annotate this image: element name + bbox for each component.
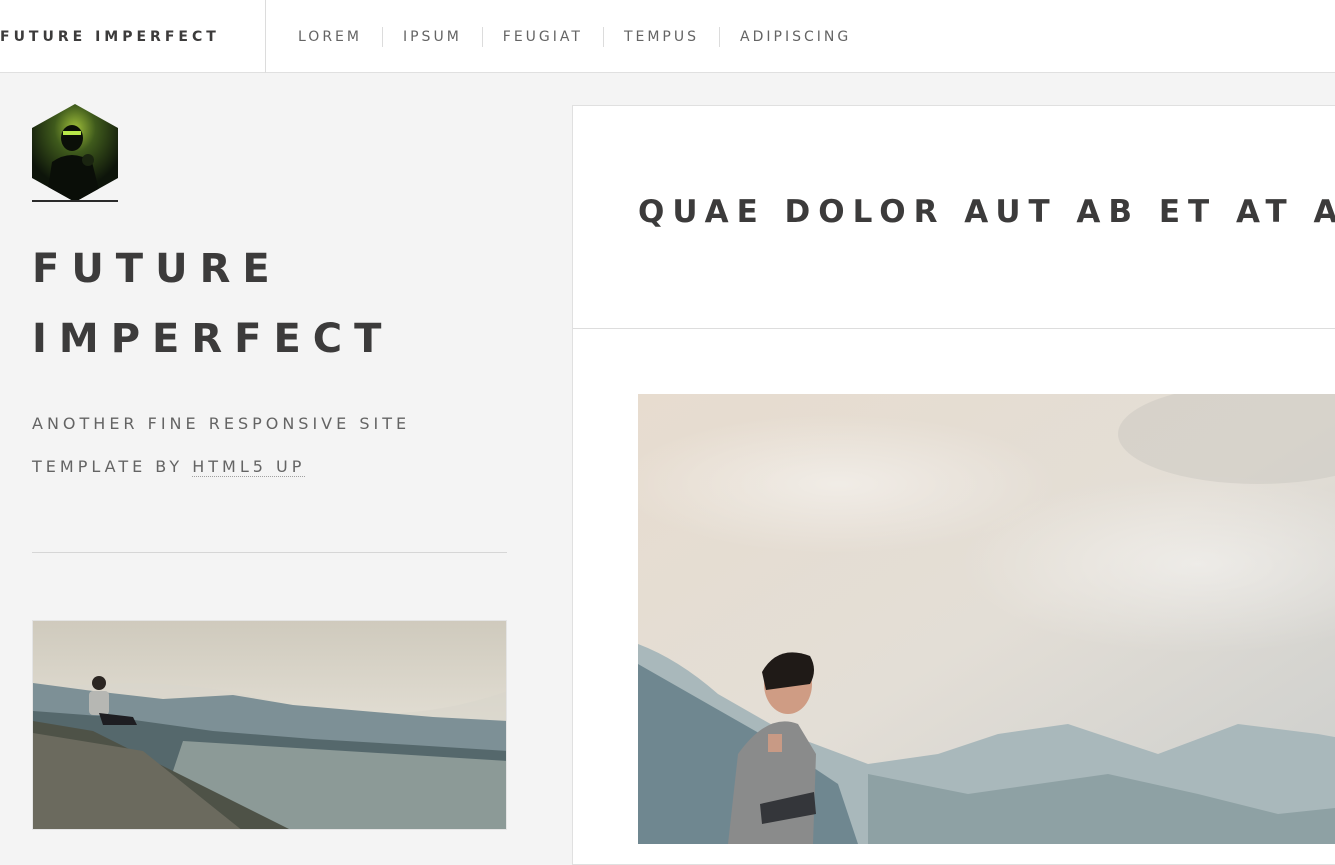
brand: FUTURE IMPERFECT bbox=[0, 0, 266, 73]
top-header: FUTURE IMPERFECT LOREM IPSUM FEUGIAT TEM… bbox=[0, 0, 1335, 73]
nav-item-adipiscing[interactable]: ADIPISCING bbox=[719, 26, 871, 47]
main-post: QUAE DOLOR AUT AB ET AT AT bbox=[572, 105, 1335, 865]
site-title-line1: FUTURE bbox=[32, 246, 282, 292]
main-nav: LOREM IPSUM FEUGIAT TEMPUS ADIPISCING bbox=[266, 0, 871, 73]
sidebar-landscape-picture bbox=[33, 621, 506, 829]
subtitle-line1: ANOTHER FINE RESPONSIVE SITE bbox=[32, 414, 411, 433]
nav-item-tempus[interactable]: TEMPUS bbox=[602, 26, 719, 47]
post-feature-image[interactable] bbox=[638, 394, 1335, 844]
html5up-link[interactable]: HTML5 UP bbox=[192, 457, 306, 477]
nav-item-feugiat[interactable]: FEUGIAT bbox=[481, 26, 603, 47]
post-landscape-picture bbox=[638, 394, 1335, 844]
avatar-underline bbox=[32, 200, 118, 202]
hexagon-avatar-icon[interactable] bbox=[32, 104, 118, 202]
post-title[interactable]: QUAE DOLOR AUT AB ET AT AT bbox=[638, 194, 1335, 230]
sidebar-feature-image[interactable] bbox=[32, 620, 507, 830]
site-title-line2: IMPERFECT bbox=[32, 316, 394, 362]
nav-item-ipsum[interactable]: IPSUM bbox=[381, 26, 482, 47]
sidebar-divider bbox=[32, 552, 507, 553]
site-subtitle: ANOTHER FINE RESPONSIVE SITE TEMPLATE BY… bbox=[32, 402, 507, 488]
subtitle-line2-prefix: TEMPLATE BY bbox=[32, 457, 193, 476]
nav-item-lorem[interactable]: LOREM bbox=[278, 27, 382, 47]
site-title: FUTURE IMPERFECT bbox=[32, 234, 507, 374]
brand-link[interactable]: FUTURE IMPERFECT bbox=[0, 29, 220, 45]
post-header: QUAE DOLOR AUT AB ET AT AT bbox=[573, 106, 1335, 329]
